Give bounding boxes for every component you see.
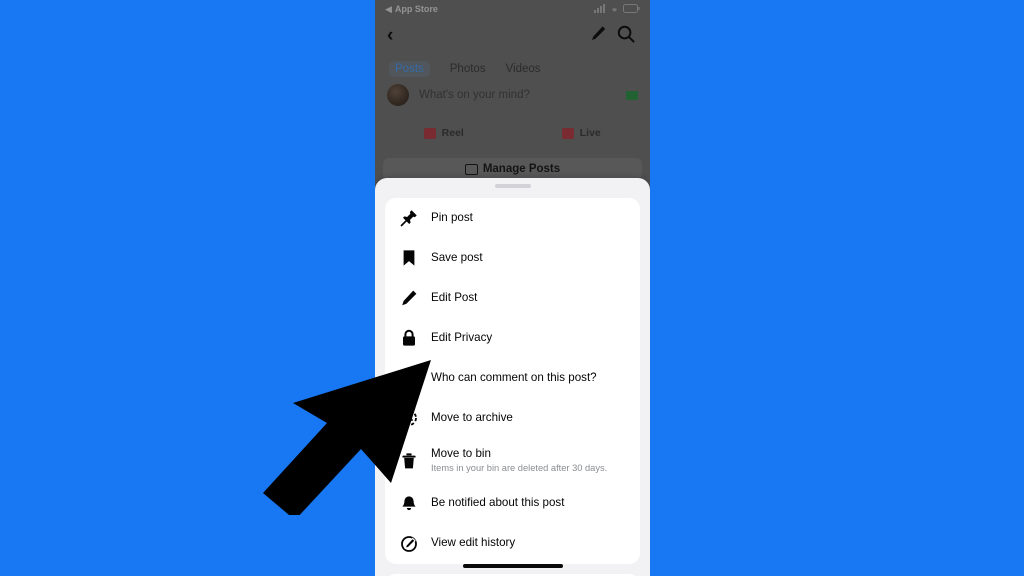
menu-item-label: Edit Privacy (431, 330, 493, 344)
lock-icon (399, 329, 418, 348)
clock-rewind-icon (399, 409, 418, 428)
menu-item-label: Move to archive (431, 410, 513, 424)
pin-icon (399, 209, 418, 228)
bell-icon (399, 494, 418, 513)
comment-bubble-icon (399, 369, 418, 388)
trash-icon (399, 451, 418, 470)
options-card-primary: Pin post Save post Edit Post Edit Privac… (385, 198, 640, 564)
menu-item-label: Be notified about this post (431, 496, 565, 510)
menu-item-who-can-comment[interactable]: Who can comment on this post? (385, 358, 640, 398)
pencil-icon (399, 289, 418, 308)
menu-item-view-edit-history[interactable]: View edit history (385, 524, 640, 564)
bookmark-icon (399, 249, 418, 268)
menu-item-move-to-bin[interactable]: Move to bin Items in your bin are delete… (385, 438, 640, 484)
menu-item-save-post[interactable]: Save post (385, 238, 640, 278)
menu-item-edit-post[interactable]: Edit Post (385, 278, 640, 318)
menu-item-move-to-archive[interactable]: Move to archive (385, 398, 640, 438)
post-options-bottom-sheet: Pin post Save post Edit Post Edit Privac… (375, 178, 650, 576)
home-indicator (462, 564, 563, 568)
menu-item-edit-privacy[interactable]: Edit Privacy (385, 318, 640, 358)
menu-item-label: View edit history (431, 536, 516, 550)
menu-item-label: Pin post (431, 210, 473, 224)
menu-item-be-notified[interactable]: Be notified about this post (385, 484, 640, 524)
menu-item-label: Who can comment on this post? (431, 370, 597, 384)
menu-item-label: Move to bin (431, 447, 491, 460)
sheet-grabber[interactable] (494, 184, 531, 188)
menu-item-label: Edit Post (431, 290, 478, 304)
menu-item-sublabel: Items in your bin are deleted after 30 d… (431, 463, 608, 474)
phone-screen: ◀ App Store ‹ Posts Photos Videos What's… (375, 0, 650, 576)
edit-history-icon (399, 534, 418, 553)
menu-item-pin-post[interactable]: Pin post (385, 198, 640, 238)
menu-item-label: Save post (431, 250, 483, 264)
